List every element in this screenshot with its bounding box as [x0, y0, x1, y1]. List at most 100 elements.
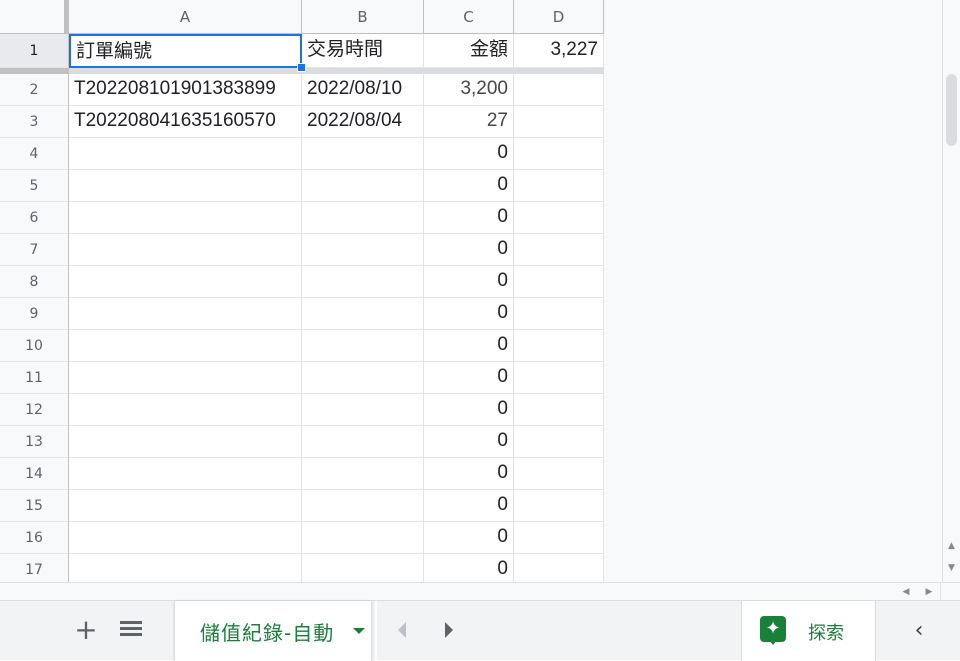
header-cell[interactable]: 3,227 — [514, 34, 604, 68]
fill-handle[interactable] — [297, 63, 306, 72]
header-cell[interactable]: 交易時間 — [302, 34, 424, 68]
table-cell[interactable]: 0 — [424, 234, 514, 266]
row-header[interactable]: 3 — [0, 106, 69, 138]
table-cell[interactable]: 0 — [424, 298, 514, 330]
scroll-up-arrow-icon[interactable]: ▲ — [943, 538, 960, 554]
table-cell[interactable] — [69, 330, 302, 362]
vertical-scrollbar[interactable]: ▲ ▼ — [942, 0, 960, 582]
table-cell[interactable] — [302, 138, 424, 170]
row-header[interactable]: 13 — [0, 426, 69, 458]
scroll-right-arrow-icon[interactable]: ▶ — [921, 584, 937, 600]
table-cell[interactable]: 0 — [424, 138, 514, 170]
row-header[interactable]: 1 — [0, 34, 69, 68]
table-cell[interactable]: 0 — [424, 490, 514, 522]
explore-button[interactable]: ✦ 探索 — [741, 601, 876, 661]
table-cell[interactable] — [69, 202, 302, 234]
row-header[interactable]: 5 — [0, 170, 69, 202]
column-header-c[interactable]: C — [424, 0, 514, 34]
table-cell[interactable] — [69, 554, 302, 582]
chevron-left-icon[interactable]: ‹ — [909, 620, 929, 642]
table-cell[interactable]: 0 — [424, 394, 514, 426]
table-cell[interactable] — [514, 74, 604, 106]
table-cell[interactable] — [514, 266, 604, 298]
table-cell[interactable] — [514, 522, 604, 554]
column-header-a[interactable]: A — [69, 0, 302, 34]
table-cell[interactable] — [302, 522, 424, 554]
row-header[interactable]: 8 — [0, 266, 69, 298]
tabs-scroll-left-icon[interactable] — [398, 622, 406, 638]
freeze-handle-horizontal[interactable] — [0, 68, 69, 74]
row-header[interactable]: 15 — [0, 490, 69, 522]
table-cell[interactable]: 0 — [424, 202, 514, 234]
menu-lines-icon[interactable] — [120, 621, 142, 639]
table-cell[interactable] — [302, 426, 424, 458]
table-cell[interactable] — [514, 202, 604, 234]
table-cell[interactable] — [514, 170, 604, 202]
table-cell[interactable] — [514, 330, 604, 362]
table-cell[interactable] — [302, 202, 424, 234]
table-cell[interactable] — [514, 394, 604, 426]
table-cell[interactable]: 27 — [424, 106, 514, 138]
table-cell[interactable]: 0 — [424, 458, 514, 490]
table-cell[interactable]: 0 — [424, 522, 514, 554]
table-cell[interactable] — [69, 298, 302, 330]
table-cell[interactable] — [514, 458, 604, 490]
table-cell[interactable] — [514, 234, 604, 266]
table-cell[interactable] — [69, 170, 302, 202]
table-cell[interactable] — [514, 426, 604, 458]
table-cell[interactable] — [69, 426, 302, 458]
table-cell[interactable]: 3,200 — [424, 74, 514, 106]
table-cell[interactable]: 0 — [424, 426, 514, 458]
table-cell[interactable] — [302, 298, 424, 330]
scroll-left-arrow-icon[interactable]: ◀ — [898, 584, 914, 600]
table-cell[interactable]: T202208041635160570 — [69, 106, 302, 138]
table-cell[interactable] — [302, 330, 424, 362]
row-header[interactable]: 10 — [0, 330, 69, 362]
table-cell[interactable]: 0 — [424, 266, 514, 298]
table-cell[interactable] — [514, 362, 604, 394]
table-cell[interactable] — [69, 394, 302, 426]
table-cell[interactable] — [514, 490, 604, 522]
row-header[interactable]: 2 — [0, 74, 69, 106]
table-cell[interactable]: T202208101901383899 — [69, 74, 302, 106]
plus-icon[interactable]: + — [74, 613, 98, 647]
row-header[interactable]: 16 — [0, 522, 69, 554]
table-cell[interactable] — [302, 234, 424, 266]
table-cell[interactable]: 2022/08/10 — [302, 74, 424, 106]
table-cell[interactable] — [514, 106, 604, 138]
table-cell[interactable] — [302, 170, 424, 202]
table-cell[interactable] — [69, 266, 302, 298]
table-cell[interactable]: 0 — [424, 554, 514, 582]
table-cell[interactable] — [302, 554, 424, 582]
table-cell[interactable] — [302, 362, 424, 394]
table-cell[interactable] — [514, 298, 604, 330]
table-cell[interactable] — [69, 234, 302, 266]
select-all-corner[interactable] — [0, 0, 68, 34]
header-cell[interactable]: 金額 — [424, 34, 514, 68]
sheet-tab-active[interactable]: 儲值紀錄-自動 — [175, 601, 371, 661]
row-header[interactable]: 14 — [0, 458, 69, 490]
tabs-scroll-right-icon[interactable] — [445, 622, 453, 638]
table-cell[interactable] — [302, 266, 424, 298]
table-cell[interactable] — [514, 554, 604, 582]
column-header-d[interactable]: D — [514, 0, 604, 34]
table-cell[interactable]: 0 — [424, 362, 514, 394]
row-header[interactable]: 6 — [0, 202, 69, 234]
column-header-b[interactable]: B — [302, 0, 424, 34]
table-cell[interactable] — [514, 138, 604, 170]
sheet-tab-dropdown-icon[interactable] — [353, 628, 365, 634]
row-header[interactable]: 12 — [0, 394, 69, 426]
table-cell[interactable] — [302, 394, 424, 426]
scroll-down-arrow-icon[interactable]: ▼ — [943, 560, 960, 576]
table-cell[interactable] — [69, 522, 302, 554]
table-cell[interactable] — [302, 458, 424, 490]
row-header[interactable]: 11 — [0, 362, 69, 394]
table-cell[interactable] — [69, 490, 302, 522]
vertical-scroll-thumb[interactable] — [946, 74, 957, 146]
table-cell[interactable] — [69, 138, 302, 170]
horizontal-scrollbar[interactable]: ◀ ▶ — [0, 582, 960, 601]
row-header[interactable]: 9 — [0, 298, 69, 330]
table-cell[interactable] — [302, 490, 424, 522]
selected-cell[interactable]: 訂單編號 — [69, 34, 302, 68]
table-cell[interactable] — [69, 362, 302, 394]
